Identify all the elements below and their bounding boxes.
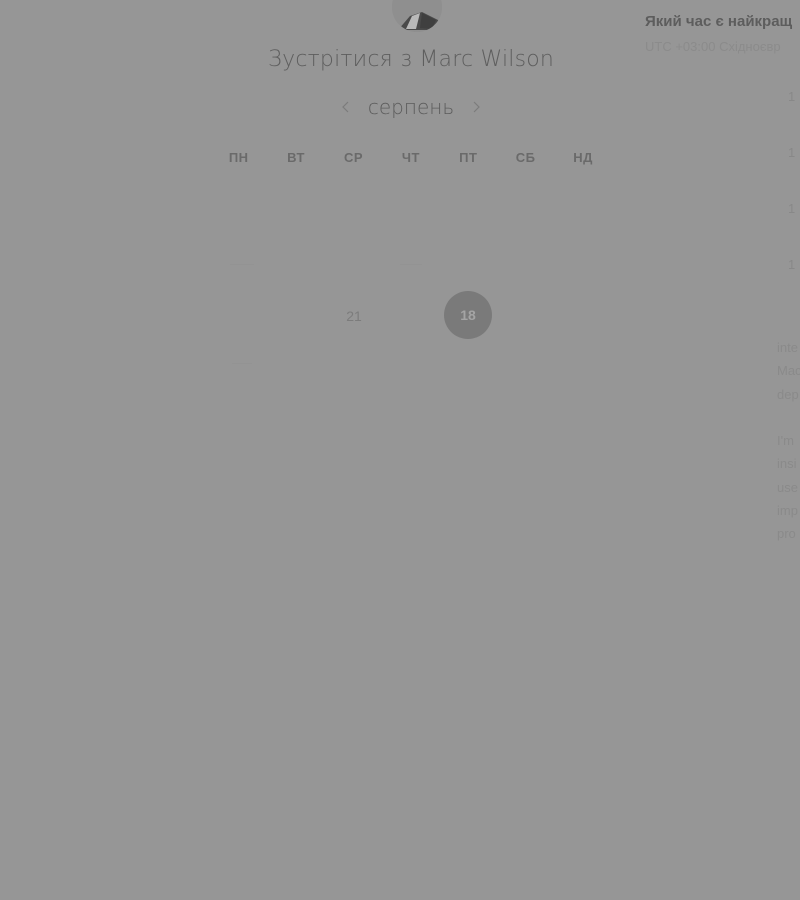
host-description: inte Mac dep I'm insi use imp pro <box>777 336 800 546</box>
time-slot[interactable]: 1 <box>788 89 795 104</box>
chevron-left-icon <box>342 101 349 113</box>
host-avatar-image <box>392 0 442 32</box>
description-line: insi <box>777 456 797 472</box>
description-line: use <box>777 479 798 495</box>
description-line: imp <box>777 503 798 519</box>
weekday-sun: НД <box>573 150 593 165</box>
booking-page: Зустрітися з Marc Wilson серпень ПН ВТ С… <box>0 0 800 900</box>
host-avatar <box>392 0 442 32</box>
weekday-fri: ПТ <box>459 150 478 165</box>
week-row-placeholder <box>400 264 422 265</box>
weekday-sat: СБ <box>515 150 536 165</box>
description-line: I'm <box>777 433 794 449</box>
weekday-header: ПН ВТ СР ЧТ ПТ СБ НД <box>210 150 612 165</box>
time-slot[interactable]: 1 <box>788 257 795 272</box>
description-line <box>777 406 800 429</box>
weekday-tue: ВТ <box>287 150 305 165</box>
description-line: pro <box>777 526 796 542</box>
week-row-placeholder <box>232 363 252 364</box>
week-row-placeholder <box>230 264 254 265</box>
next-month-button[interactable] <box>466 92 486 122</box>
chevron-right-icon <box>473 101 480 113</box>
month-label: серпень <box>367 95 455 119</box>
previous-month-button[interactable] <box>336 92 356 122</box>
time-slot[interactable]: 1 <box>788 145 795 160</box>
calendar-day[interactable]: 21 <box>330 292 378 340</box>
description-line: Mac <box>777 363 800 379</box>
time-picker-heading: Який час є найкращ <box>645 13 793 30</box>
month-navigation: серпень <box>336 92 486 122</box>
weekday-thu: ЧТ <box>401 150 420 165</box>
calendar-day-selected[interactable]: 18 <box>444 291 492 339</box>
time-slot[interactable]: 1 <box>788 201 795 216</box>
description-line: inte <box>777 340 798 355</box>
weekday-mon: ПН <box>228 150 249 165</box>
description-line: dep <box>777 386 799 402</box>
weekday-wed: СР <box>343 150 363 165</box>
timezone-label[interactable]: UTC +03:00 Східноєвр <box>645 39 781 54</box>
